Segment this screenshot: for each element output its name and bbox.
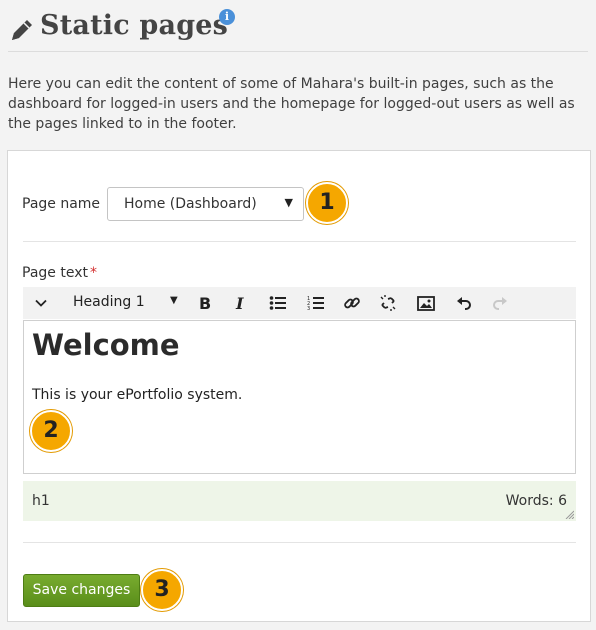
editor-statusbar: h1 Words: 6	[23, 481, 576, 521]
page-header: Static pages i	[8, 6, 588, 52]
svg-text:3: 3	[307, 306, 310, 311]
bold-button[interactable]: B	[193, 291, 217, 315]
resize-handle-icon[interactable]	[564, 509, 574, 519]
italic-button[interactable]: I	[228, 291, 252, 315]
editor-heading: Welcome	[32, 328, 180, 362]
chevron-down-icon: ▼	[284, 196, 293, 209]
page-text-label: Page text *	[22, 265, 97, 281]
bold-icon: B	[199, 295, 211, 311]
word-count: Words: 6	[505, 493, 567, 509]
unlink-button[interactable]	[376, 291, 400, 315]
unlink-icon	[380, 295, 396, 311]
page-name-label: Page name	[22, 196, 101, 212]
image-button[interactable]	[414, 291, 438, 315]
editor-toolbar: Heading 1 ▼ B I 1 2 3	[23, 287, 576, 319]
static-page-form: Page name Home (Dashboard) ▼ 1 Page text…	[7, 150, 591, 622]
page-name-select[interactable]: Home (Dashboard) ▼	[107, 187, 304, 221]
bullet-list-button[interactable]	[266, 291, 290, 315]
svg-text:I: I	[235, 295, 244, 311]
image-icon	[417, 295, 435, 311]
svg-text:B: B	[199, 295, 211, 311]
undo-button[interactable]	[452, 291, 476, 315]
page-description: Here you can edit the content of some of…	[8, 76, 575, 132]
format-select[interactable]: Heading 1 ▼	[67, 291, 187, 315]
callout-badge-1: 1	[306, 182, 348, 224]
numbered-list-button[interactable]: 1 2 3	[304, 291, 328, 315]
page-text-label-text: Page text	[22, 265, 88, 281]
bullet-list-icon	[269, 296, 286, 310]
redo-icon	[493, 297, 507, 310]
toolbar-toggle-button[interactable]	[29, 291, 53, 315]
required-marker: *	[89, 265, 97, 281]
link-button[interactable]	[340, 291, 364, 315]
page-name-value: Home (Dashboard)	[124, 196, 257, 212]
divider	[23, 542, 576, 543]
editor-paragraph: This is your ePortfolio system.	[32, 387, 243, 403]
format-select-value: Heading 1	[73, 294, 145, 310]
pencil-icon	[12, 20, 32, 40]
save-changes-button[interactable]: Save changes	[23, 574, 140, 607]
divider	[23, 241, 576, 242]
page-title: Static pages	[40, 10, 229, 41]
element-path[interactable]: h1	[32, 493, 50, 509]
numbered-list-icon: 1 2 3	[307, 296, 324, 311]
callout-badge-2: 2	[30, 410, 72, 452]
italic-icon: I	[235, 295, 244, 311]
chevron-down-icon	[35, 299, 47, 307]
undo-icon	[457, 297, 471, 310]
info-icon[interactable]: i	[219, 9, 235, 25]
callout-badge-3: 3	[141, 569, 183, 611]
redo-button[interactable]	[488, 291, 512, 315]
link-icon	[344, 297, 360, 309]
page-text-editor[interactable]: Welcome This is your ePortfolio system.	[23, 320, 576, 474]
caret-down-icon: ▼	[170, 295, 178, 306]
